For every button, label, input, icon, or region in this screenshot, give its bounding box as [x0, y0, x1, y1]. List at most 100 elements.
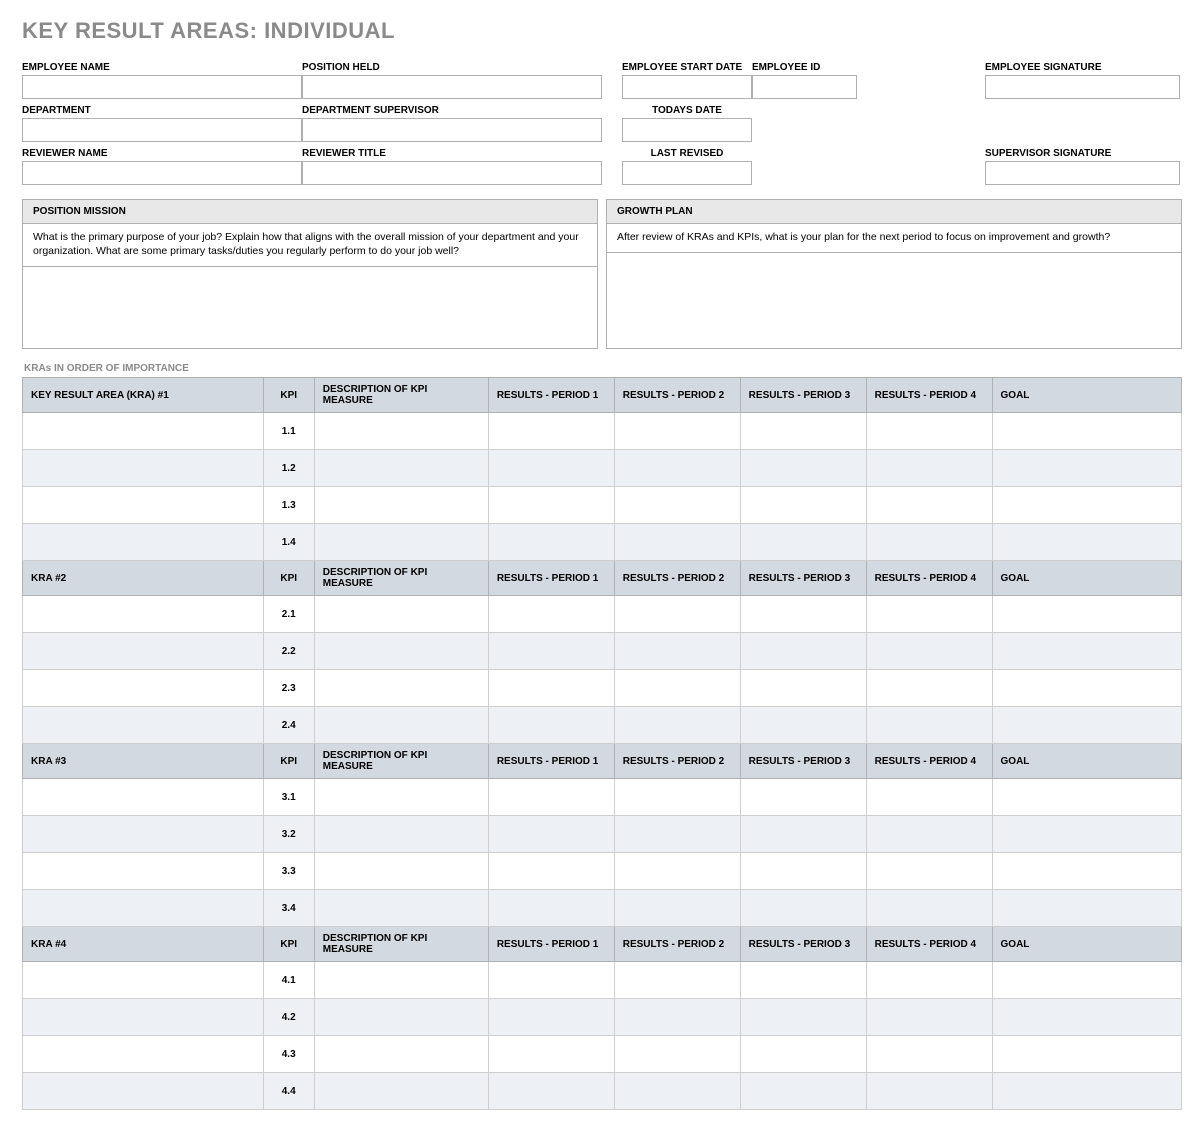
- growth-plan-input[interactable]: [607, 253, 1181, 329]
- result-p1-input[interactable]: [489, 962, 614, 998]
- kra-name-input[interactable]: [23, 779, 263, 815]
- result-p4-input[interactable]: [867, 487, 992, 523]
- last-revised-input[interactable]: [622, 161, 752, 185]
- result-p3-input[interactable]: [741, 853, 866, 889]
- result-p1-input[interactable]: [489, 816, 614, 852]
- goal-input[interactable]: [993, 596, 1181, 632]
- result-p2-input[interactable]: [615, 890, 740, 926]
- employee-name-input[interactable]: [22, 75, 302, 99]
- result-p2-input[interactable]: [615, 524, 740, 560]
- employee-signature-input[interactable]: [985, 75, 1180, 99]
- kra-name-input[interactable]: [23, 962, 263, 998]
- result-p3-input[interactable]: [741, 962, 866, 998]
- result-p3-input[interactable]: [741, 707, 866, 743]
- kpi-desc-input[interactable]: [315, 450, 488, 486]
- result-p3-input[interactable]: [741, 670, 866, 706]
- result-p2-input[interactable]: [615, 779, 740, 815]
- goal-input[interactable]: [993, 816, 1181, 852]
- supervisor-signature-input[interactable]: [985, 161, 1180, 185]
- kra-name-input[interactable]: [23, 999, 263, 1035]
- dept-supervisor-input[interactable]: [302, 118, 602, 142]
- goal-input[interactable]: [993, 1036, 1181, 1072]
- kpi-desc-input[interactable]: [315, 779, 488, 815]
- result-p2-input[interactable]: [615, 633, 740, 669]
- goal-input[interactable]: [993, 450, 1181, 486]
- kra-name-input[interactable]: [23, 707, 263, 743]
- result-p2-input[interactable]: [615, 962, 740, 998]
- result-p2-input[interactable]: [615, 1036, 740, 1072]
- kpi-desc-input[interactable]: [315, 413, 488, 449]
- result-p1-input[interactable]: [489, 450, 614, 486]
- goal-input[interactable]: [993, 633, 1181, 669]
- reviewer-title-input[interactable]: [302, 161, 602, 185]
- position-mission-input[interactable]: [23, 267, 597, 343]
- result-p4-input[interactable]: [867, 450, 992, 486]
- kpi-desc-input[interactable]: [315, 962, 488, 998]
- result-p3-input[interactable]: [741, 450, 866, 486]
- result-p4-input[interactable]: [867, 633, 992, 669]
- result-p1-input[interactable]: [489, 524, 614, 560]
- kra-name-input[interactable]: [23, 450, 263, 486]
- goal-input[interactable]: [993, 487, 1181, 523]
- todays-date-input[interactable]: [622, 118, 752, 142]
- kpi-desc-input[interactable]: [315, 596, 488, 632]
- result-p1-input[interactable]: [489, 853, 614, 889]
- position-held-input[interactable]: [302, 75, 602, 99]
- department-input[interactable]: [22, 118, 302, 142]
- kpi-desc-input[interactable]: [315, 853, 488, 889]
- result-p4-input[interactable]: [867, 670, 992, 706]
- result-p3-input[interactable]: [741, 779, 866, 815]
- result-p4-input[interactable]: [867, 962, 992, 998]
- goal-input[interactable]: [993, 1073, 1181, 1109]
- kpi-desc-input[interactable]: [315, 633, 488, 669]
- result-p4-input[interactable]: [867, 1073, 992, 1109]
- reviewer-name-input[interactable]: [22, 161, 302, 185]
- kra-name-input[interactable]: [23, 487, 263, 523]
- kpi-desc-input[interactable]: [315, 890, 488, 926]
- result-p3-input[interactable]: [741, 890, 866, 926]
- kpi-desc-input[interactable]: [315, 1036, 488, 1072]
- kpi-desc-input[interactable]: [315, 999, 488, 1035]
- goal-input[interactable]: [993, 853, 1181, 889]
- kra-name-input[interactable]: [23, 816, 263, 852]
- result-p4-input[interactable]: [867, 707, 992, 743]
- result-p3-input[interactable]: [741, 816, 866, 852]
- result-p1-input[interactable]: [489, 999, 614, 1035]
- result-p2-input[interactable]: [615, 853, 740, 889]
- result-p4-input[interactable]: [867, 890, 992, 926]
- result-p3-input[interactable]: [741, 999, 866, 1035]
- result-p3-input[interactable]: [741, 596, 866, 632]
- goal-input[interactable]: [993, 670, 1181, 706]
- kra-name-input[interactable]: [23, 890, 263, 926]
- result-p4-input[interactable]: [867, 1036, 992, 1072]
- result-p1-input[interactable]: [489, 487, 614, 523]
- kra-name-input[interactable]: [23, 1073, 263, 1109]
- result-p4-input[interactable]: [867, 816, 992, 852]
- start-date-input[interactable]: [622, 75, 752, 99]
- kpi-desc-input[interactable]: [315, 524, 488, 560]
- kpi-desc-input[interactable]: [315, 707, 488, 743]
- result-p1-input[interactable]: [489, 413, 614, 449]
- kpi-desc-input[interactable]: [315, 487, 488, 523]
- result-p4-input[interactable]: [867, 853, 992, 889]
- result-p2-input[interactable]: [615, 707, 740, 743]
- kpi-desc-input[interactable]: [315, 1073, 488, 1109]
- result-p1-input[interactable]: [489, 596, 614, 632]
- result-p1-input[interactable]: [489, 707, 614, 743]
- goal-input[interactable]: [993, 707, 1181, 743]
- result-p2-input[interactable]: [615, 450, 740, 486]
- kra-name-input[interactable]: [23, 633, 263, 669]
- result-p4-input[interactable]: [867, 999, 992, 1035]
- kra-name-input[interactable]: [23, 596, 263, 632]
- result-p4-input[interactable]: [867, 779, 992, 815]
- goal-input[interactable]: [993, 962, 1181, 998]
- result-p1-input[interactable]: [489, 670, 614, 706]
- result-p3-input[interactable]: [741, 487, 866, 523]
- result-p3-input[interactable]: [741, 1073, 866, 1109]
- kra-name-input[interactable]: [23, 524, 263, 560]
- result-p2-input[interactable]: [615, 596, 740, 632]
- result-p1-input[interactable]: [489, 633, 614, 669]
- kra-name-input[interactable]: [23, 853, 263, 889]
- result-p2-input[interactable]: [615, 1073, 740, 1109]
- kra-name-input[interactable]: [23, 413, 263, 449]
